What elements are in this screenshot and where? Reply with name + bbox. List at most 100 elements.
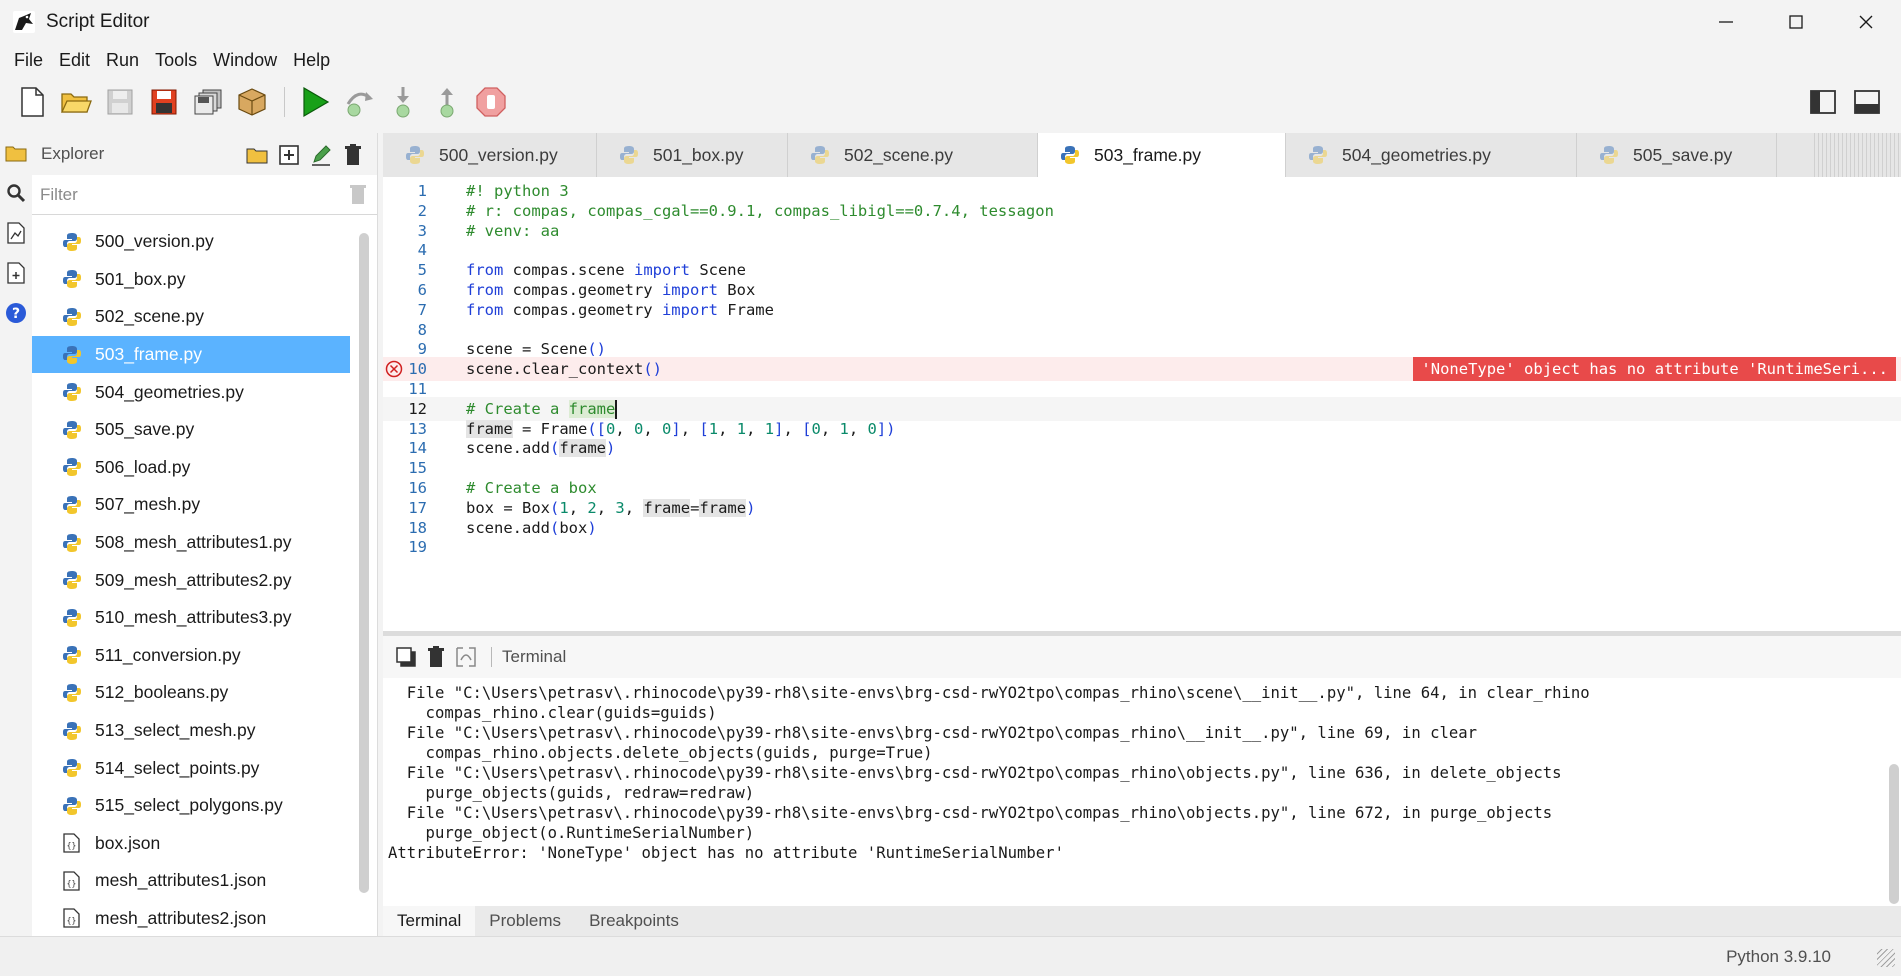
editor-tab[interactable]: 503_frame.py (1038, 133, 1286, 177)
tabs-overflow[interactable] (1811, 133, 1901, 177)
file-item[interactable]: 513_select_mesh.py (32, 712, 350, 750)
file-item-label: 510_mesh_attributes3.py (95, 607, 292, 628)
toggle-panel-button[interactable] (1847, 82, 1887, 122)
file-item[interactable]: 507_mesh.py (32, 486, 350, 524)
minimize-button[interactable] (1691, 0, 1761, 44)
file-item-label: mesh_attributes2.json (95, 907, 267, 928)
file-item[interactable]: 503_frame.py (32, 335, 350, 374)
editor-tab[interactable]: 501_box.py (597, 133, 788, 177)
search-activity-button[interactable] (0, 173, 32, 213)
clear-terminal-button[interactable] (421, 642, 451, 672)
file-item[interactable]: 505_save.py (32, 411, 350, 449)
line-number[interactable]: 19 (383, 535, 427, 559)
help-icon: ? (6, 303, 26, 323)
rename-button[interactable] (305, 141, 337, 169)
explorer-panel: Explorer 500_version.py 501_box.py 502_sce… (32, 133, 378, 936)
save-disabled-icon (107, 89, 133, 115)
menu-tools[interactable]: Tools (147, 50, 205, 71)
stop-button[interactable] (471, 82, 511, 122)
editor-tab[interactable]: 504_geometries.py (1286, 133, 1577, 177)
terminal-output[interactable]: File "C:\Users\petrasv\.rhinocode\py39-r… (383, 678, 1901, 906)
filter-input[interactable] (32, 184, 322, 205)
file-item[interactable]: 514_select_points.py (32, 749, 350, 787)
sidebar-layout-icon (1810, 90, 1836, 114)
menu-bar: File Edit Run Tools Window Help (0, 44, 338, 76)
file-item[interactable]: 501_box.py (32, 261, 350, 299)
terminal-line: File "C:\Users\petrasv\.rhinocode\py39-r… (388, 804, 1553, 822)
code-editor[interactable]: 1 #! python 3 2 # r: compas, compas_cgal==0… (383, 177, 1901, 631)
editor-tab[interactable]: 502_scene.py (788, 133, 1038, 177)
add-file-button[interactable] (273, 141, 305, 169)
code-line[interactable]: 19 (383, 535, 1901, 559)
file-item[interactable]: 504_geometries.py (32, 373, 350, 411)
trash-icon (345, 144, 361, 165)
file-item[interactable]: 510_mesh_attributes3.py (32, 599, 350, 637)
editor-tab-label: 501_box.py (653, 144, 744, 165)
open-folder-button[interactable] (56, 82, 96, 122)
help-activity-button[interactable]: ? (0, 293, 32, 333)
save-as-button[interactable] (144, 82, 184, 122)
error-icon[interactable] (385, 360, 403, 378)
menu-edit[interactable]: Edit (51, 50, 98, 71)
copy-icon (396, 647, 416, 667)
folder-icon (5, 146, 27, 162)
save-all-button[interactable] (188, 82, 228, 122)
file-item-label: 500_version.py (95, 231, 214, 252)
package-button[interactable] (232, 82, 272, 122)
svg-text:{}: {} (67, 916, 77, 925)
copy-terminal-button[interactable] (391, 642, 421, 672)
menu-help[interactable]: Help (285, 50, 338, 71)
file-item[interactable]: 506_load.py (32, 449, 350, 487)
menu-run[interactable]: Run (98, 50, 147, 71)
step-out-button[interactable] (427, 82, 467, 122)
python-file-icon (1309, 146, 1327, 164)
maximize-button[interactable] (1761, 0, 1831, 44)
resize-grip[interactable] (1877, 949, 1895, 967)
snippets-activity-button[interactable] (0, 253, 32, 293)
python-version[interactable]: Python 3.9.10 (1726, 947, 1831, 967)
tab-terminal[interactable]: Terminal (383, 906, 476, 936)
python-file-icon (63, 420, 81, 439)
terminal-line: File "C:\Users\petrasv\.rhinocode\py39-r… (388, 764, 1562, 782)
file-item[interactable]: 512_booleans.py (32, 674, 350, 712)
play-icon (303, 86, 330, 118)
step-over-button[interactable] (339, 82, 379, 122)
file-item[interactable]: 508_mesh_attributes1.py (32, 524, 350, 562)
run-button[interactable] (295, 82, 335, 122)
python-file-icon (406, 146, 424, 164)
python-file-icon (1600, 146, 1618, 164)
editor-tab[interactable]: 505_save.py (1577, 133, 1777, 177)
menu-window[interactable]: Window (205, 50, 285, 71)
tab-breakpoints[interactable]: Breakpoints (575, 906, 693, 936)
python-file-icon (1061, 146, 1079, 164)
menu-file[interactable]: File (6, 50, 51, 71)
open-folder-explorer-button[interactable] (241, 141, 273, 169)
step-into-button[interactable] (383, 82, 423, 122)
wrap-lines-button[interactable] (451, 642, 481, 672)
file-item[interactable]: {} mesh_attributes2.json (32, 900, 350, 938)
new-file-button[interactable] (12, 82, 52, 122)
delete-file-button[interactable] (337, 141, 369, 169)
save-button[interactable] (100, 82, 140, 122)
file-item[interactable]: 502_scene.py (32, 298, 350, 336)
editor-tab-label: 502_scene.py (844, 144, 953, 165)
open-folder-icon (60, 93, 92, 113)
file-item[interactable]: 511_conversion.py (32, 637, 350, 675)
explorer-scrollbar[interactable] (359, 233, 369, 893)
file-item-label: 501_box.py (95, 268, 186, 289)
terminal-scrollbar[interactable] (1889, 764, 1899, 904)
file-item[interactable]: 509_mesh_attributes2.py (32, 561, 350, 599)
toggle-sidebar-button[interactable] (1803, 82, 1843, 122)
file-item[interactable]: {} mesh_attributes1.json (32, 862, 350, 900)
file-item-label: 513_select_mesh.py (95, 720, 256, 741)
file-item[interactable]: 500_version.py (32, 223, 350, 261)
close-button[interactable] (1831, 0, 1901, 44)
editor-tab[interactable]: 500_version.py (383, 133, 597, 177)
clear-filter-icon[interactable] (349, 183, 367, 205)
docs-activity-button[interactable] (0, 213, 32, 253)
python-file-icon (63, 796, 81, 815)
file-item[interactable]: 515_select_polygons.py (32, 787, 350, 825)
tab-problems[interactable]: Problems (475, 906, 575, 936)
explorer-activity-button[interactable] (0, 133, 32, 173)
file-item[interactable]: {} box.json (32, 825, 350, 863)
